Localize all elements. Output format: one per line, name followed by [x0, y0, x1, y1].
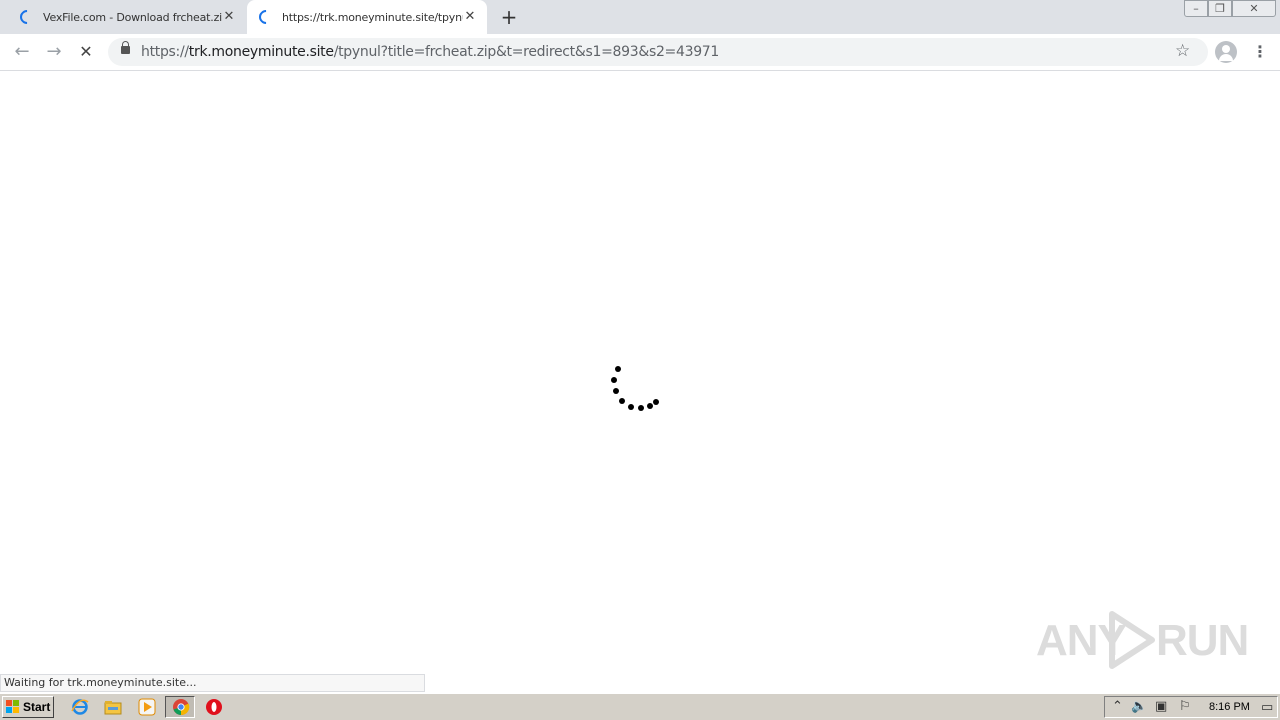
internet-explorer-icon[interactable]: [71, 698, 89, 716]
loader-dot: [613, 388, 619, 394]
bookmark-star-icon[interactable]: ☆: [1175, 41, 1190, 61]
forward-button[interactable]: →: [42, 40, 66, 64]
loader-dot: [615, 366, 621, 372]
url-host: trk.moneyminute.site: [188, 44, 334, 60]
loader-dot: [628, 404, 634, 410]
loader-dot: [611, 377, 617, 383]
opera-icon[interactable]: [205, 698, 223, 716]
network-icon[interactable]: ▣: [1155, 699, 1167, 715]
tab-title: https://trk.moneyminute.site/tpynul: [282, 10, 463, 24]
chevron-up-icon[interactable]: ⌃: [1112, 699, 1123, 715]
clock[interactable]: 8:16 PM: [1209, 700, 1250, 714]
close-window-button[interactable]: ✕: [1232, 0, 1276, 17]
browser-toolbar: ← → ✕ https://trk.moneyminute.site/tpynu…: [0, 34, 1280, 71]
chrome-icon: [173, 699, 190, 716]
page-content: [0, 72, 1280, 692]
windows-logo-icon: [6, 700, 20, 714]
tab-moneyminute[interactable]: https://trk.moneyminute.site/tpynul ✕: [247, 0, 487, 34]
system-tray: ⌃ 🔈 ▣ ⚐ 8:16 PM ▭: [1104, 696, 1278, 718]
maximize-button[interactable]: ❐: [1208, 0, 1232, 17]
loading-spinner-icon: [256, 7, 276, 27]
tab-vexfile[interactable]: VexFile.com - Download frcheat.zip ✕: [8, 0, 246, 34]
loader-dot: [638, 405, 644, 411]
url-text[interactable]: https://trk.moneyminute.site/tpynul?titl…: [141, 44, 719, 60]
loader-dot: [619, 398, 625, 404]
flag-icon[interactable]: ⚐: [1179, 699, 1191, 715]
watermark-text-2: RUN: [1156, 616, 1249, 665]
status-bar: Waiting for trk.moneyminute.site...: [0, 674, 425, 692]
chrome-taskbar-button[interactable]: [165, 696, 195, 718]
tab-strip: VexFile.com - Download frcheat.zip ✕ htt…: [0, 0, 1280, 34]
url-path: /tpynul?title=frcheat.zip&t=redirect&s1=…: [333, 44, 720, 60]
profile-avatar-icon[interactable]: [1215, 41, 1237, 63]
start-button[interactable]: Start: [2, 696, 54, 718]
minimize-button[interactable]: –: [1184, 0, 1208, 17]
show-desktop-icon[interactable]: ▭: [1261, 700, 1273, 716]
media-player-icon[interactable]: [138, 698, 156, 716]
lock-icon[interactable]: [121, 41, 130, 54]
anyrun-watermark: ANY RUN: [1036, 606, 1249, 672]
start-label: Start: [23, 700, 51, 714]
new-tab-button[interactable]: +: [500, 7, 518, 27]
back-button[interactable]: ←: [10, 40, 34, 64]
loading-spinner-icon: [17, 7, 37, 27]
taskbar: Start ⌃ 🔈 ▣ ⚐ 8:16 PM ▭: [0, 693, 1280, 720]
tab-title: VexFile.com - Download frcheat.zip: [43, 10, 222, 24]
loader-dot: [653, 399, 659, 405]
address-bar[interactable]: https://trk.moneyminute.site/tpynul?titl…: [108, 38, 1208, 66]
url-scheme: https://: [141, 44, 189, 60]
stop-loading-button[interactable]: ✕: [74, 40, 98, 64]
file-explorer-icon[interactable]: [104, 698, 122, 716]
browser-menu-button[interactable]: ⋮: [1252, 42, 1268, 62]
speaker-icon[interactable]: 🔈: [1131, 699, 1147, 715]
play-logo-icon: [1109, 611, 1155, 669]
tab-close-icon[interactable]: ✕: [463, 10, 477, 24]
loader-dot: [647, 403, 653, 409]
tab-close-icon[interactable]: ✕: [222, 10, 236, 24]
